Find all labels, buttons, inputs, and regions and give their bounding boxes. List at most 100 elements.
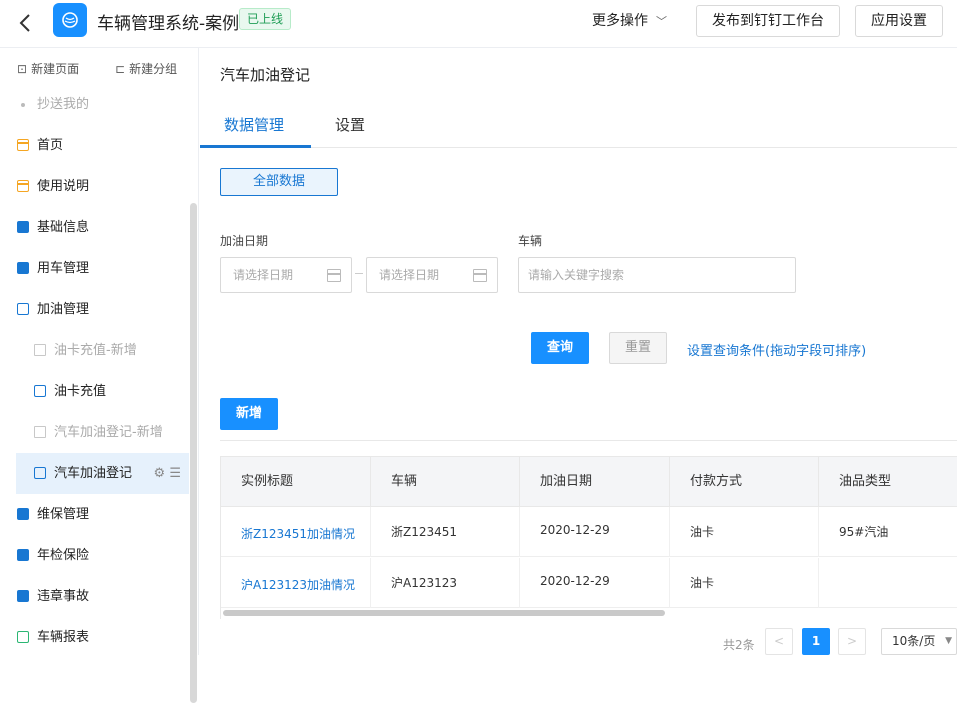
folder-icon: [17, 221, 29, 233]
sidebar-item-guide[interactable]: 使用说明: [0, 166, 189, 207]
back-icon[interactable]: [14, 11, 38, 35]
table-cell: 油卡: [670, 558, 819, 608]
sidebar-item-label: 汽车加油登记: [54, 466, 133, 481]
new-group-label: 新建分组: [129, 62, 178, 76]
new-page-icon: ⊡: [17, 62, 28, 76]
date-start-placeholder: 请选择日期: [233, 268, 294, 282]
sidebar-item-basic-info[interactable]: 基础信息: [0, 207, 189, 248]
table-horizontal-scrollbar[interactable]: [223, 610, 665, 616]
sidebar-item-label: 加油管理: [37, 302, 90, 317]
new-folder-icon: ⊏: [115, 62, 126, 76]
bullet-icon: [21, 103, 25, 107]
sidebar-item-label: 用车管理: [37, 261, 90, 276]
total-count: 共2条: [723, 638, 755, 652]
page-size-value: 10条/页: [892, 634, 936, 648]
more-actions-label: 更多操作: [592, 13, 648, 29]
table-row[interactable]: 沪A123123加油情况 沪A123123 2020-12-29 油卡: [221, 558, 957, 608]
next-page-button[interactable]: >: [838, 628, 866, 655]
new-page-label: 新建页面: [31, 62, 80, 76]
folder-open-icon: [17, 303, 29, 315]
page-number-button[interactable]: 1: [802, 628, 830, 655]
sidebar-item-label: 油卡充值: [54, 384, 107, 399]
new-page-button[interactable]: ⊡ 新建页面: [17, 60, 79, 77]
table-cell: 沪A123123: [371, 558, 520, 608]
sidebar-item-label: 车辆报表: [37, 630, 90, 645]
menu-icon[interactable]: ☰: [169, 466, 181, 481]
page-icon: [17, 139, 29, 151]
column-header[interactable]: 付款方式: [670, 457, 819, 507]
column-header[interactable]: 实例标题: [221, 457, 371, 507]
sidebar-item-label: 维保管理: [37, 507, 90, 522]
form-icon: [34, 385, 46, 397]
table-cell: [819, 558, 957, 608]
sidebar-item-vehicle-use[interactable]: 用车管理: [0, 248, 189, 289]
chevron-left-icon: <: [773, 634, 785, 648]
date-end-placeholder: 请选择日期: [379, 268, 440, 282]
reset-button[interactable]: 重置: [609, 332, 667, 364]
page-title: 汽车加油登记: [220, 66, 311, 84]
sidebar-item-maintenance[interactable]: 维保管理: [0, 494, 189, 535]
publish-button[interactable]: 发布到钉钉工作台: [696, 5, 840, 37]
sidebar-item-label: 抄送我的: [37, 97, 90, 112]
top-bar: 车辆管理系统-案例 已上线 更多操作 ﹀ 发布到钉钉工作台 应用设置: [0, 0, 957, 48]
sidebar-item-refuel-record[interactable]: 汽车加油登记 ⚙ ☰: [16, 453, 189, 494]
page-icon: [17, 180, 29, 192]
tab-data-management[interactable]: 数据管理: [224, 114, 284, 135]
document-icon: [34, 426, 46, 438]
sidebar-item-card-recharge-new[interactable]: 油卡充值-新增: [0, 330, 189, 371]
column-header[interactable]: 车辆: [371, 457, 520, 507]
gear-icon[interactable]: ⚙: [154, 466, 166, 481]
sidebar-item-home[interactable]: 首页: [0, 125, 189, 166]
date-start-field[interactable]: 请选择日期: [220, 257, 352, 293]
sidebar-item-fuel-management[interactable]: 加油管理: [0, 289, 189, 330]
page-size-select[interactable]: 10条/页 ▼: [881, 628, 957, 655]
query-button[interactable]: 查询: [531, 332, 589, 364]
app-settings-button[interactable]: 应用设置: [855, 5, 943, 37]
date-range-separator: [355, 273, 363, 274]
sidebar-item-label: 违章事故: [37, 589, 90, 604]
sidebar-item-label: 首页: [37, 138, 64, 153]
vehicle-search-input[interactable]: 请输入关键字搜索: [518, 257, 796, 293]
sidebar-item-cc-me[interactable]: 抄送我的: [0, 84, 189, 125]
divider: [220, 440, 957, 441]
date-end-field[interactable]: 请选择日期: [366, 257, 498, 293]
folder-icon: [17, 262, 29, 274]
sidebar-item-label: 油卡充值-新增: [54, 343, 137, 358]
sidebar-item-label: 年检保险: [37, 548, 90, 563]
tab-bar: 数据管理 设置: [200, 100, 957, 148]
record-title-link[interactable]: 沪A123123加油情况: [221, 558, 371, 608]
query-conditions-link[interactable]: 设置查询条件(拖动字段可排序): [687, 340, 866, 359]
vehicle-search-placeholder: 请输入关键字搜索: [528, 268, 625, 282]
folder-icon: [17, 549, 29, 561]
status-badge: 已上线: [239, 8, 292, 30]
sidebar-item-inspection-insurance[interactable]: 年检保险: [0, 535, 189, 576]
vehicle-filter-label: 车辆: [518, 234, 543, 248]
add-button[interactable]: 新增: [220, 398, 278, 430]
sidebar-item-card-recharge[interactable]: 油卡充值: [0, 371, 189, 412]
item-tools: ⚙ ☰: [154, 453, 181, 494]
tab-active-indicator: [200, 145, 311, 148]
table-cell: 2020-12-29: [520, 507, 670, 557]
data-table: 实例标题 车辆 加油日期 付款方式 油品类型 浙Z123451加油情况 浙Z12…: [220, 456, 957, 619]
chevron-down-icon: ﹀: [656, 15, 667, 28]
column-header[interactable]: 加油日期: [520, 457, 670, 507]
folder-icon: [17, 508, 29, 520]
record-title-link[interactable]: 浙Z123451加油情况: [221, 507, 371, 557]
tab-settings[interactable]: 设置: [335, 114, 365, 135]
sidebar-item-label: 基础信息: [37, 220, 90, 235]
column-header[interactable]: 油品类型: [819, 457, 957, 507]
more-actions-menu[interactable]: 更多操作 ﹀: [592, 10, 667, 30]
table-cell: 油卡: [670, 507, 819, 557]
prev-page-button[interactable]: <: [765, 628, 793, 655]
sidebar-item-violations[interactable]: 违章事故: [0, 576, 189, 617]
app-logo-icon: [53, 3, 87, 37]
all-data-button[interactable]: 全部数据: [220, 168, 338, 196]
sidebar-item-vehicle-report[interactable]: 车辆报表: [0, 617, 189, 658]
new-group-button[interactable]: ⊏ 新建分组: [115, 60, 177, 77]
date-filter-label: 加油日期: [220, 234, 269, 248]
sidebar-item-refuel-record-new[interactable]: 汽车加油登记-新增: [0, 412, 189, 453]
sidebar: ⊡ 新建页面 ⊏ 新建分组 抄送我的 首页 使用说明 基础信息 用车管理 加油管理: [0, 48, 199, 703]
table-cell: 95#汽油: [839, 525, 889, 539]
table-row[interactable]: 浙Z123451加油情况 浙Z123451 2020-12-29 油卡 95#汽…: [221, 507, 957, 557]
sidebar-scrollbar[interactable]: [190, 203, 197, 703]
